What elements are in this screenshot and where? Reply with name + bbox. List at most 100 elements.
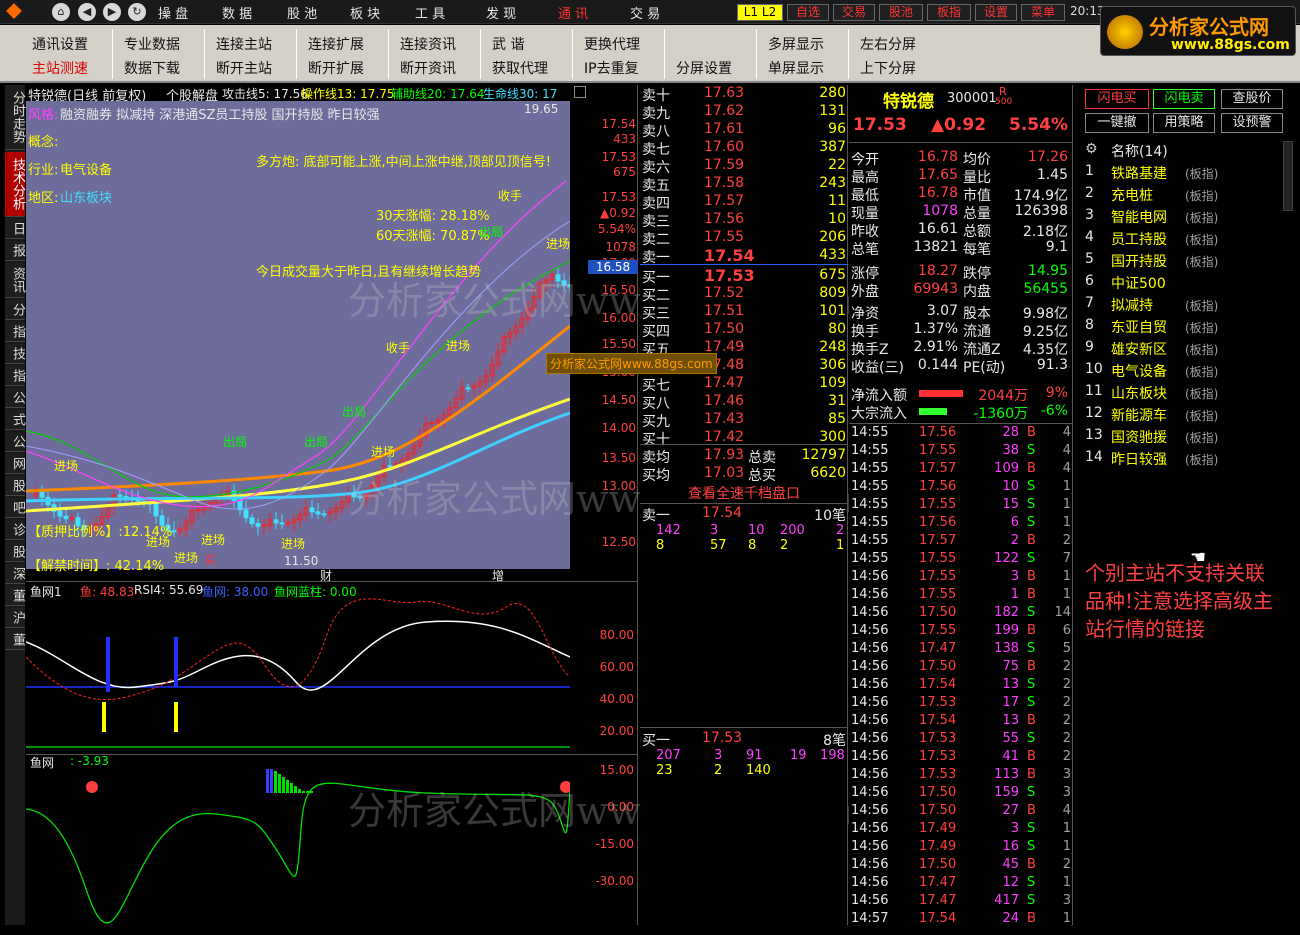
- toolbar-item-0-a[interactable]: 通讯设置: [32, 34, 88, 54]
- toolbar-item-8-a[interactable]: 多屏显示: [768, 34, 824, 54]
- sector-name[interactable]: 员工持股: [1111, 229, 1167, 249]
- menu-item-4[interactable]: 工 具: [415, 3, 445, 22]
- vtab-2[interactable]: 日: [5, 219, 25, 239]
- toolbar-item-9-a[interactable]: 左右分屏: [860, 34, 916, 54]
- bid-row-8[interactable]: 买九 17.43 85: [640, 411, 848, 430]
- ask-row-1[interactable]: 卖九 17.62 131: [640, 103, 848, 122]
- ask-row-9[interactable]: 卖一 17.54 433: [640, 246, 848, 266]
- sector-name[interactable]: 国开持股: [1111, 251, 1167, 271]
- menu-item-2[interactable]: 股 池: [287, 3, 317, 22]
- top-button-1[interactable]: 自选: [787, 4, 829, 21]
- top-button-3[interactable]: 股池: [879, 4, 923, 21]
- top-button-4[interactable]: 板指: [927, 4, 971, 21]
- trade-button-1[interactable]: 闪电卖: [1153, 89, 1215, 109]
- vtab-20[interactable]: 董: [5, 630, 25, 650]
- sector-name[interactable]: 充电桩: [1111, 185, 1153, 205]
- top-button-0[interactable]: L1 L2: [737, 4, 783, 21]
- refresh-icon[interactable]: ↻: [128, 3, 146, 21]
- ask-row-8[interactable]: 卖二 17.55 206: [640, 229, 848, 248]
- vtab-12[interactable]: 网: [5, 454, 25, 474]
- scrollbar[interactable]: [1283, 141, 1293, 211]
- toolbar-item-3-a[interactable]: 连接扩展: [308, 34, 364, 54]
- bid-row-6[interactable]: 买七 17.47 109: [640, 375, 848, 394]
- sector-name[interactable]: 山东板块: [1111, 383, 1167, 403]
- top-button-5[interactable]: 设置: [975, 4, 1017, 21]
- trade-button-4[interactable]: 用策略: [1153, 113, 1215, 133]
- vtab-16[interactable]: 股: [5, 542, 25, 562]
- trade-button-0[interactable]: 闪电买: [1085, 89, 1149, 109]
- toolbar-item-9-b[interactable]: 上下分屏: [860, 58, 916, 78]
- trade-button-2[interactable]: 查股价: [1221, 89, 1283, 109]
- gear-icon[interactable]: ⚙: [1085, 141, 1098, 157]
- toolbar-item-5-a[interactable]: 武 谐: [492, 34, 524, 54]
- ask-row-5[interactable]: 卖五 17.58 243: [640, 175, 848, 194]
- ask-row-2[interactable]: 卖八 17.61 96: [640, 121, 848, 140]
- sector-name[interactable]: 新能源车: [1111, 405, 1167, 425]
- depth-link[interactable]: 查看全速千档盘口: [640, 483, 848, 503]
- vtab-17[interactable]: 深: [5, 564, 25, 584]
- vtab-5[interactable]: 分: [5, 300, 25, 320]
- vtab-4[interactable]: 资讯: [5, 263, 25, 298]
- vtab-6[interactable]: 指: [5, 322, 25, 342]
- sector-name[interactable]: 昨日较强: [1111, 449, 1167, 469]
- vtab-9[interactable]: 公: [5, 388, 25, 408]
- menu-item-3[interactable]: 板 块: [350, 3, 380, 22]
- ask-row-6[interactable]: 卖四 17.57 11: [640, 193, 848, 212]
- vtab-0[interactable]: 分时走势: [5, 85, 25, 150]
- toolbar-item-6-a[interactable]: 更换代理: [584, 34, 640, 54]
- vtab-3[interactable]: 报: [5, 241, 25, 261]
- home-icon[interactable]: ⌂: [52, 3, 70, 21]
- toolbar-item-7-b[interactable]: 分屏设置: [676, 58, 732, 78]
- bid-row-0[interactable]: 买一 17.53 675: [640, 266, 848, 286]
- vtab-18[interactable]: 董: [5, 586, 25, 606]
- forward-icon[interactable]: ▶: [103, 3, 121, 21]
- sector-name[interactable]: 中证500: [1111, 273, 1166, 293]
- sector-name[interactable]: 国资驰援: [1111, 427, 1167, 447]
- bid-row-3[interactable]: 买四 17.50 80: [640, 321, 848, 340]
- vtab-8[interactable]: 指: [5, 366, 25, 386]
- ask-row-7[interactable]: 卖三 17.56 10: [640, 211, 848, 230]
- chart-scroll-box[interactable]: [574, 86, 586, 98]
- sector-name[interactable]: 铁路基建: [1111, 163, 1167, 183]
- trade-button-5[interactable]: 设预警: [1221, 113, 1283, 133]
- vtab-1[interactable]: 技术分析: [5, 152, 25, 217]
- back-icon[interactable]: ◀: [78, 3, 96, 21]
- top-button-2[interactable]: 交易: [833, 4, 875, 21]
- vtab-10[interactable]: 式: [5, 410, 25, 430]
- vtab-15[interactable]: 诊: [5, 520, 25, 540]
- sector-name[interactable]: 智能电网: [1111, 207, 1167, 227]
- toolbar-item-6-b[interactable]: IP去重复: [584, 58, 639, 78]
- toolbar-item-0-b[interactable]: 主站测速: [32, 58, 88, 78]
- sector-name[interactable]: 雄安新区: [1111, 339, 1167, 359]
- sector-name[interactable]: 电气设备: [1111, 361, 1167, 381]
- toolbar-item-2-b[interactable]: 断开主站: [216, 58, 272, 78]
- sector-name[interactable]: 拟减持: [1111, 295, 1153, 315]
- toolbar-item-4-b[interactable]: 断开资讯: [400, 58, 456, 78]
- bid-row-7[interactable]: 买八 17.46 31: [640, 393, 848, 412]
- bid-row-2[interactable]: 买三 17.51 101: [640, 303, 848, 322]
- toolbar-item-5-b[interactable]: 获取代理: [492, 58, 548, 78]
- sector-name[interactable]: 东亚自贸: [1111, 317, 1167, 337]
- trade-button-3[interactable]: 一键撤: [1085, 113, 1149, 133]
- toolbar-item-2-a[interactable]: 连接主站: [216, 34, 272, 54]
- menu-item-0[interactable]: 操 盘: [158, 3, 188, 22]
- bid-row-1[interactable]: 买二 17.52 809: [640, 285, 848, 304]
- toolbar-item-3-b[interactable]: 断开扩展: [308, 58, 364, 78]
- menu-item-7[interactable]: 交 易: [630, 3, 660, 22]
- toolbar-item-1-a[interactable]: 专业数据: [124, 34, 180, 54]
- toolbar-item-1-b[interactable]: 数据下载: [124, 58, 180, 78]
- vtab-13[interactable]: 股: [5, 476, 25, 496]
- ask-row-4[interactable]: 卖六 17.59 22: [640, 157, 848, 176]
- app-logo-icon[interactable]: [6, 3, 22, 19]
- top-button-6[interactable]: 菜单: [1021, 4, 1065, 21]
- vtab-7[interactable]: 技: [5, 344, 25, 364]
- menu-item-5[interactable]: 发 现: [486, 3, 516, 22]
- vtab-11[interactable]: 公: [5, 432, 25, 452]
- vtab-19[interactable]: 沪: [5, 608, 25, 628]
- toolbar-item-4-a[interactable]: 连接资讯: [400, 34, 456, 54]
- menu-item-6[interactable]: 通 讯: [558, 3, 588, 22]
- toolbar-item-8-b[interactable]: 单屏显示: [768, 58, 824, 78]
- vtab-14[interactable]: 吧: [5, 498, 25, 518]
- menu-item-1[interactable]: 数 据: [222, 3, 252, 22]
- ask-row-3[interactable]: 卖七 17.60 387: [640, 139, 848, 158]
